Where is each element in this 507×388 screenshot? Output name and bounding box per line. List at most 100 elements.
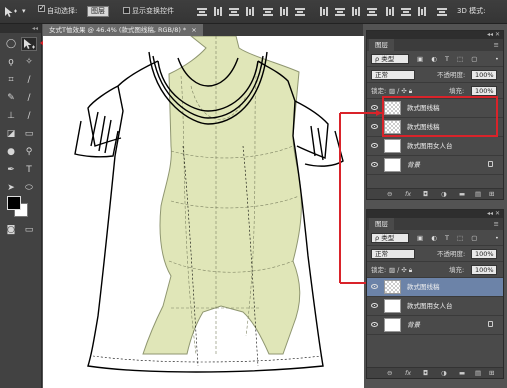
tools-panel: ◂◂ ◯ ϙ ✧ ⌗ ∕ ✎ ∕ ⊥ ∕ ◪ ▭ ● ⚲ ✒ T ➤ ⬭ ◙ ▭ (0, 24, 42, 388)
filter-icons[interactable]: ▣ ◐ T ⬚ ▢ (417, 54, 480, 64)
group-icon[interactable]: ▬ (459, 369, 465, 378)
garment-illustration (74, 36, 344, 373)
align-button-icon[interactable] (244, 6, 256, 17)
3d-mode-label: 3D 模式: (457, 7, 486, 15)
new-layer-icon[interactable]: ▤ (475, 190, 481, 199)
new-layer-icon[interactable]: ▤ (475, 369, 481, 378)
tool-preset-dropdown[interactable]: ▾ (22, 5, 26, 18)
align-button-icon[interactable] (196, 6, 208, 17)
adjustment-icon[interactable]: ◑ (441, 190, 447, 199)
align-button-icon[interactable] (262, 6, 274, 17)
trash-icon[interactable]: ⊞ (489, 190, 494, 199)
align-button-icon[interactable] (366, 6, 378, 17)
fill-input[interactable]: 100% (471, 265, 497, 275)
filter-icons[interactable]: ▣ ◐ T ⬚ ▢ (417, 233, 480, 243)
blur-tool-icon[interactable]: ● (3, 145, 19, 159)
eye-icon[interactable] (371, 322, 378, 327)
crop-tool-icon[interactable]: ⌗ (3, 73, 19, 87)
filter-toggle[interactable]: • (495, 54, 499, 64)
brush-tool-icon[interactable]: ∕ (21, 91, 37, 105)
lasso-tool-icon[interactable]: ϙ (3, 55, 19, 69)
shape-tool-icon[interactable]: ⬭ (21, 181, 37, 195)
panel-collapse-button[interactable]: ◂◂ ✕ (367, 210, 503, 218)
panel-collapse-button[interactable]: ◂◂ ✕ (367, 31, 503, 39)
fill-label: 填充: (449, 87, 465, 95)
align-button-icon[interactable] (228, 6, 240, 17)
filter-toggle[interactable]: • (495, 233, 499, 243)
layer-row[interactable]: 背景 (367, 316, 503, 335)
layers-panel-bottom: ◂◂ ✕ 图层 ≡ ρ 类型 ▣ ◐ T ⬚ ▢ • 正常 不透明度: 100%… (366, 209, 504, 379)
align-button-icon[interactable] (400, 6, 412, 17)
trash-icon[interactable]: ⊞ (489, 369, 494, 378)
layer-thumbnail (384, 318, 401, 332)
layer-name: 背景 (407, 321, 420, 329)
align-button-icon[interactable] (294, 6, 306, 17)
close-icon[interactable]: × (191, 26, 196, 34)
layer-name: 背景 (407, 161, 420, 169)
blend-mode-select[interactable]: 正常 (371, 249, 415, 259)
auto-select-checkbox[interactable]: 自动选择: (38, 5, 77, 18)
opacity-input[interactable]: 100% (471, 249, 497, 259)
document-tab[interactable]: 女式T恤效果 @ 46.4% (款式图线稿, RGB/8) * × (43, 24, 203, 36)
eye-icon[interactable] (371, 303, 378, 308)
mannequin-form (142, 36, 302, 355)
layer-row[interactable]: 款式图用女人台 (367, 297, 503, 316)
align-button-icon[interactable] (416, 6, 428, 17)
dodge-tool-icon[interactable]: ⚲ (21, 145, 37, 159)
show-transform-checkbox[interactable]: 显示变换控件 (123, 5, 174, 18)
pen-tool-icon[interactable]: ✒ (3, 163, 19, 177)
screen-mode-icon[interactable]: ▭ (21, 223, 37, 237)
layer-filter-dropdown[interactable]: ρ 类型 (371, 54, 409, 64)
eyedropper-icon[interactable]: ∕ (21, 73, 37, 87)
align-button-icon[interactable] (212, 6, 224, 17)
gradient-tool-icon[interactable]: ▭ (21, 127, 37, 141)
annotation-highlight-box (382, 96, 498, 137)
type-tool-icon[interactable]: T (21, 163, 37, 177)
checkbox-icon (38, 5, 45, 12)
align-button-icon[interactable] (436, 6, 448, 17)
align-button-icon[interactable] (278, 6, 290, 17)
document-canvas[interactable] (43, 36, 364, 388)
lock-icon (488, 161, 493, 167)
tab-layers[interactable]: 图层 (369, 39, 394, 51)
magic-wand-icon[interactable]: ✧ (21, 55, 37, 69)
healing-brush-icon[interactable]: ✎ (3, 91, 19, 105)
layer-filter-dropdown[interactable]: ρ 类型 (371, 233, 409, 243)
layer-row-selected[interactable]: 款式图线稿 (367, 278, 503, 297)
tools-collapse-button[interactable]: ◂◂ (0, 24, 41, 33)
tab-layers[interactable]: 图层 (369, 218, 394, 230)
mask-icon[interactable]: ◘ (423, 369, 428, 378)
fx-icon[interactable]: fx (405, 190, 411, 199)
lock-label: 锁定: (371, 87, 387, 95)
history-brush-icon[interactable]: ∕ (21, 109, 37, 123)
align-button-icon[interactable] (318, 6, 330, 17)
quick-mask-icon[interactable]: ◙ (3, 223, 19, 237)
fx-icon[interactable]: fx (405, 369, 411, 378)
fill-label: 填充: (449, 266, 465, 274)
eraser-tool-icon[interactable]: ◪ (3, 127, 19, 141)
move-tool-icon[interactable] (21, 37, 37, 51)
marquee-tool-icon[interactable]: ◯ (3, 37, 19, 51)
mask-icon[interactable]: ◘ (423, 190, 428, 199)
blend-mode-select[interactable]: 正常 (371, 70, 415, 80)
panel-menu-icon[interactable]: ≡ (494, 39, 499, 51)
group-icon[interactable]: ▬ (459, 190, 465, 199)
path-selection-icon[interactable]: ➤ (3, 181, 19, 195)
eye-icon[interactable] (371, 284, 378, 289)
align-button-icon[interactable] (334, 6, 346, 17)
panel-menu-icon[interactable]: ≡ (494, 218, 499, 230)
auto-select-dropdown[interactable]: 图层 (87, 5, 109, 18)
lock-icons[interactable]: ▨∕✣🔒︎ (389, 265, 414, 275)
fill-input[interactable]: 100% (471, 86, 497, 96)
adjustment-icon[interactable]: ◑ (441, 369, 447, 378)
align-button-icon[interactable] (350, 6, 362, 17)
opacity-input[interactable]: 100% (471, 70, 497, 80)
foreground-color-swatch[interactable] (7, 196, 21, 210)
clone-stamp-icon[interactable]: ⊥ (3, 109, 19, 123)
move-tool-icon[interactable] (4, 6, 17, 17)
search-icon: ρ (375, 55, 380, 63)
search-icon: ρ (375, 234, 380, 242)
link-icon[interactable]: ⊖ (387, 369, 392, 378)
align-button-icon[interactable] (384, 6, 396, 17)
lock-icons[interactable]: ▨∕✣🔒︎ (389, 86, 414, 96)
